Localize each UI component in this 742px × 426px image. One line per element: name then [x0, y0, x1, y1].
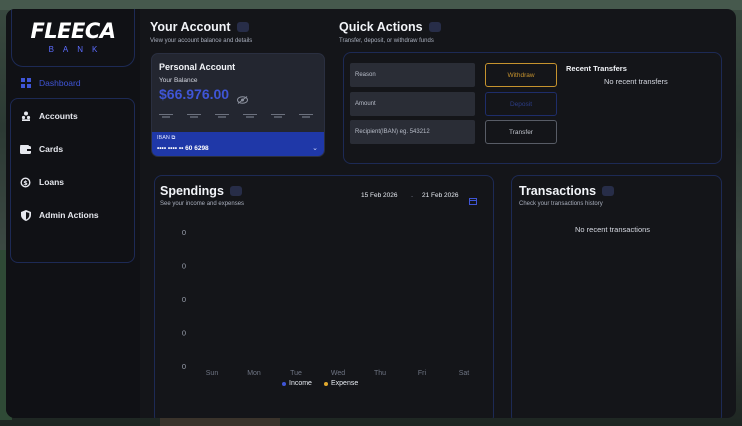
x-tick-label: Mon	[247, 370, 261, 377]
transactions-panel	[511, 175, 722, 418]
transactions-title-text: Transactions	[519, 184, 597, 198]
x-tick-label: Sun	[206, 370, 219, 377]
transactions-subtitle: Check your transactions history	[519, 201, 603, 207]
x-tick-label: Thu	[374, 370, 386, 377]
x-tick-label: Fri	[418, 370, 427, 377]
info-icon	[602, 186, 615, 196]
y-tick-label: 0	[182, 295, 186, 304]
legend-expense: Expense	[324, 380, 358, 387]
y-tick-label: 0	[182, 362, 186, 371]
x-tick-label: Sat	[459, 370, 470, 377]
bank-window: FLEECA BANK Dashboard Accounts Cards $ L…	[6, 9, 736, 418]
transactions-title: Transactions	[519, 184, 615, 198]
x-tick-label: Tue	[290, 370, 302, 377]
legend-expense-swatch	[324, 381, 328, 386]
y-tick-label: 0	[182, 329, 186, 338]
legend-expense-label: Expense	[331, 380, 359, 387]
y-tick-label: 0	[182, 262, 186, 271]
x-tick-label: Wed	[331, 370, 345, 377]
legend-income: Income	[282, 380, 312, 387]
legend-income-label: Income	[289, 380, 312, 387]
transactions-empty: No recent transactions	[575, 225, 651, 234]
y-tick-label: 0	[182, 228, 186, 237]
legend-income-swatch	[282, 381, 286, 386]
